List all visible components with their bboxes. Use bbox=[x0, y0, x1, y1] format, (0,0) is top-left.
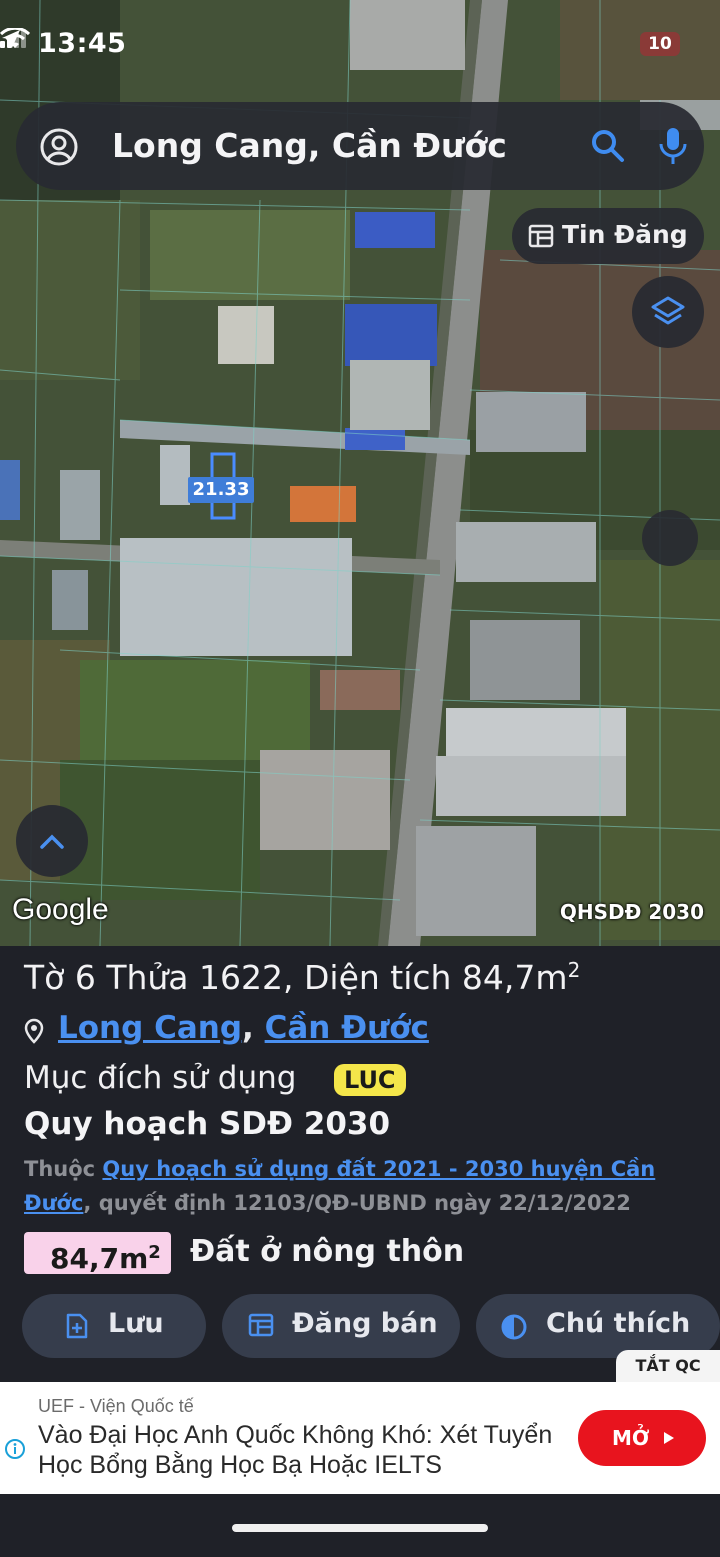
wifi-icon bbox=[0, 28, 30, 48]
status-bar: 13:45 10 bbox=[0, 28, 720, 68]
layers-icon bbox=[651, 296, 685, 325]
post-for-sale-button[interactable]: Đăng bán bbox=[222, 1294, 460, 1358]
map-layers-button[interactable] bbox=[632, 276, 704, 348]
satellite-map[interactable]: 13:45 10 Long Cang, Cần Đước Tin Đăng 21… bbox=[0, 0, 720, 946]
save-label: Lưu bbox=[108, 1308, 164, 1339]
parcel-title: Tờ 6 Thửa 1622, Diện tích 84,7m2 bbox=[24, 958, 580, 997]
ad-open-label: MỞ bbox=[612, 1426, 650, 1450]
plan-decision: , quyết định 12103/QĐ-UBND ngày 22/12/20… bbox=[83, 1191, 631, 1215]
parcel-measure-label: 21.33 bbox=[188, 477, 254, 503]
search-icon[interactable] bbox=[590, 128, 626, 164]
legend-label: Chú thích bbox=[546, 1308, 691, 1339]
address-separator: , bbox=[242, 1010, 265, 1046]
map-layer-name: QHSDĐ 2030 bbox=[559, 900, 704, 924]
chevron-up-icon bbox=[40, 834, 64, 849]
search-bar[interactable]: Long Cang, Cần Đước bbox=[16, 102, 704, 190]
home-indicator[interactable] bbox=[232, 1524, 488, 1532]
plan-prefix: Thuộc bbox=[24, 1157, 103, 1181]
listing-icon bbox=[248, 1313, 274, 1337]
account-icon[interactable] bbox=[40, 128, 78, 166]
parcel-title-text: Tờ 6 Thửa 1622, Diện tích 84,7m bbox=[24, 958, 568, 997]
land-use-code-badge: LUC bbox=[334, 1064, 406, 1096]
ad-headline[interactable]: Vào Đại Học Anh Quốc Không Khó: Xét Tuyể… bbox=[38, 1420, 568, 1480]
listings-label: Tin Đăng bbox=[562, 220, 688, 249]
plan-description: Thuộc Quy hoạch sử dụng đất 2021 - 2030 … bbox=[24, 1152, 718, 1220]
add-document-icon bbox=[66, 1313, 88, 1339]
legend-button[interactable]: Chú thích bbox=[476, 1294, 720, 1358]
listing-icon bbox=[528, 224, 554, 248]
bottom-bar bbox=[0, 1494, 720, 1557]
close-ad-button[interactable]: TẮT QC bbox=[616, 1350, 720, 1382]
area-badge: 84,7m2 bbox=[24, 1232, 171, 1275]
info-icon[interactable] bbox=[4, 1438, 26, 1460]
location-pin-icon bbox=[24, 1018, 44, 1044]
commune-link[interactable]: Long Cang bbox=[58, 1010, 242, 1046]
map-control-button[interactable] bbox=[642, 510, 698, 566]
google-attribution: Google bbox=[12, 893, 109, 926]
land-type: Đất ở nông thôn bbox=[190, 1234, 465, 1269]
save-button[interactable]: Lưu bbox=[22, 1294, 206, 1358]
play-arrow-icon bbox=[664, 1432, 674, 1444]
area-sup: 2 bbox=[148, 1242, 161, 1263]
ad-banner[interactable]: UEF - Viện Quốc tế Vào Đại Học Anh Quốc … bbox=[0, 1382, 720, 1494]
parcel-title-sup: 2 bbox=[567, 958, 581, 982]
search-query[interactable]: Long Cang, Cần Đước bbox=[112, 126, 507, 165]
contrast-icon bbox=[501, 1314, 527, 1340]
expand-panel-button[interactable] bbox=[16, 805, 88, 877]
district-link[interactable]: Cần Đước bbox=[265, 1010, 429, 1046]
ad-advertiser: UEF - Viện Quốc tế bbox=[38, 1396, 194, 1416]
microphone-icon[interactable] bbox=[658, 126, 688, 166]
status-time: 13:45 bbox=[38, 28, 127, 59]
battery-indicator: 10 bbox=[640, 32, 680, 56]
post-for-sale-label: Đăng bán bbox=[292, 1308, 438, 1339]
parcel-info-panel: Tờ 6 Thửa 1622, Diện tích 84,7m2 Long Ca… bbox=[0, 946, 720, 1382]
ad-open-button[interactable]: MỞ bbox=[578, 1410, 706, 1466]
land-use-purpose-label: Mục đích sử dụng bbox=[24, 1060, 297, 1096]
listings-button[interactable]: Tin Đăng bbox=[512, 208, 704, 264]
plan-title: Quy hoạch SDĐ 2030 bbox=[24, 1106, 391, 1142]
area-value: 84,7m bbox=[50, 1242, 149, 1275]
